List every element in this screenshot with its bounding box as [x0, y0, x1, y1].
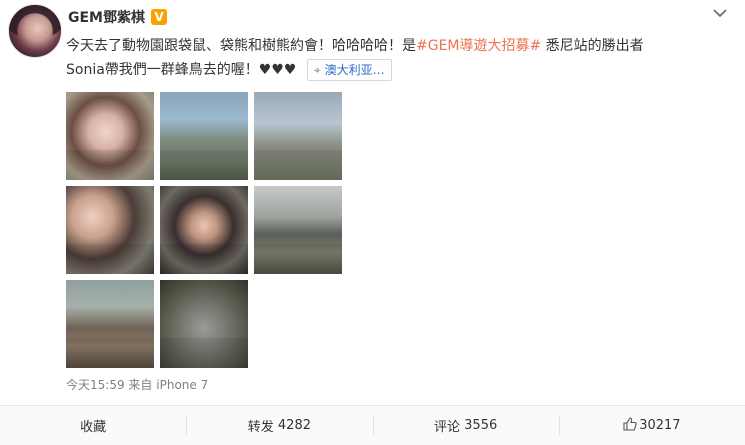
photo-thumbnail[interactable]	[160, 186, 248, 274]
hashtag-link[interactable]: #GEM導遊大招募#	[416, 38, 541, 54]
comment-label: 评论	[434, 420, 461, 435]
like-button[interactable]: 30217	[558, 406, 745, 445]
like-count: 30217	[639, 418, 681, 433]
thumbs-up-icon	[623, 416, 637, 435]
photo-thumbnail[interactable]	[254, 92, 342, 180]
favorite-button[interactable]: 收藏	[0, 406, 186, 445]
photo-thumbnail[interactable]	[254, 186, 342, 274]
comment-button[interactable]: 评论 3556	[372, 406, 559, 445]
post-text-part2: 悉尼站的勝出者	[541, 38, 644, 54]
weibo-post-card: GEM鄧紫棋 V 今天去了動物園跟袋鼠、袋熊和樹熊約會！哈哈哈哈！是#GEM導遊…	[0, 0, 745, 445]
location-text: 澳大利亚…	[324, 63, 385, 77]
username[interactable]: GEM鄧紫棋	[68, 7, 145, 27]
source-device: iPhone 7	[156, 378, 209, 392]
post-time[interactable]: 今天15:59	[66, 378, 125, 392]
avatar-hair	[9, 5, 61, 39]
post-header: GEM鄧紫棋 V	[68, 6, 167, 28]
photo-thumbnail[interactable]	[160, 92, 248, 180]
post-text-line2: Sonia帶我們一群蜂鳥去的喔！♥♥♥	[66, 62, 297, 78]
avatar[interactable]	[8, 4, 62, 58]
source-prefix: 来自	[128, 378, 153, 392]
photo-thumbnail[interactable]	[160, 280, 248, 368]
repost-button[interactable]: 转发 4282	[186, 406, 372, 445]
comment-count: 3556	[464, 418, 498, 433]
photo-thumbnail[interactable]	[66, 186, 154, 274]
repost-label: 转发	[247, 420, 274, 435]
repost-count: 4282	[277, 418, 311, 433]
post-text-part1: 今天去了動物園跟袋鼠、袋熊和樹熊約會！哈哈哈哈！是	[66, 38, 416, 54]
verified-badge-icon: V	[151, 9, 167, 25]
location-pin-icon: ⌖	[313, 63, 321, 77]
photo-thumbnail[interactable]	[66, 92, 154, 180]
action-bar: 收藏 转发 4282 评论 3556 30217	[0, 406, 745, 445]
post-meta: 今天15:59 来自 iPhone 7	[66, 376, 208, 393]
photo-thumbnail[interactable]	[66, 280, 154, 368]
photo-grid	[66, 92, 345, 369]
post-text: 今天去了動物園跟袋鼠、袋熊和樹熊約會！哈哈哈哈！是#GEM導遊大招募# 悉尼站的…	[66, 34, 726, 82]
favorite-label: 收藏	[80, 420, 107, 435]
location-tag[interactable]: ⌖ 澳大利亚…	[306, 59, 392, 81]
chevron-down-icon[interactable]	[711, 4, 729, 22]
